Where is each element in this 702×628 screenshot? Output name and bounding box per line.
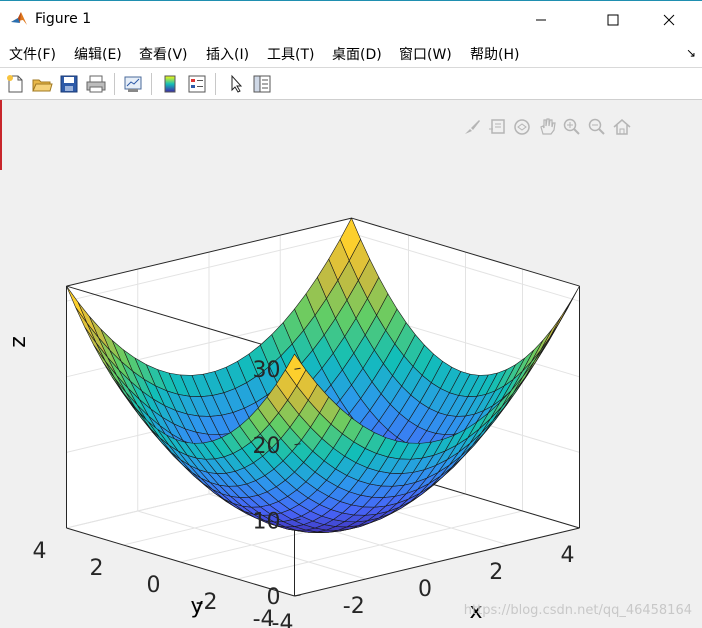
maximize-icon [607,14,619,26]
toolbar [0,68,702,100]
title-bar: Figure 1 [0,0,702,38]
x-tick-label: 4 [561,543,575,568]
close-button[interactable] [646,1,692,39]
menu-bar: 文件(F) 编辑(E) 查看(V) 插入(I) 工具(T) 桌面(D) 窗口(W… [0,38,702,68]
print-icon[interactable] [85,73,107,95]
save-icon[interactable] [58,73,80,95]
colorbar-icon[interactable] [159,73,181,95]
maximize-button[interactable] [590,1,636,39]
edit-plot-arrow-icon[interactable] [225,73,247,95]
menu-help[interactable]: 帮助(H) [470,44,519,64]
legend-icon[interactable] [186,73,208,95]
y-axis-label: y [190,594,203,619]
menu-edit[interactable]: 编辑(E) [74,44,122,64]
window-title: Figure 1 [35,11,92,27]
z-tick-label: 30 [253,358,281,383]
link-plot-icon[interactable] [122,73,144,95]
property-inspector-icon[interactable] [251,73,273,95]
menu-tools[interactable]: 工具(T) [267,44,314,64]
z-axis-label: z [6,336,31,348]
minimize-button[interactable] [518,1,564,39]
toolbar-separator [114,73,115,95]
menu-window[interactable]: 窗口(W) [399,44,452,64]
y-tick-label: 2 [90,556,104,581]
menu-desktop[interactable]: 桌面(D) [332,44,382,64]
watermark: https://blog.csdn.net/qq_46458164 [464,603,692,618]
minimize-icon [536,19,546,21]
x-tick-label: 0 [418,577,432,602]
new-figure-icon[interactable] [4,73,26,95]
z-tick-label: 10 [253,509,281,534]
z-tick-label: 20 [253,434,281,459]
menu-insert[interactable]: 插入(I) [206,44,249,64]
y-tick-label: 4 [33,539,47,564]
surface-plot[interactable]: 0102030420-2-4-4-2024 x y z https://blog… [0,100,702,628]
x-tick-label: 2 [489,560,503,585]
menu-file[interactable]: 文件(F) [9,44,56,64]
x-tick-label: -4 [272,611,294,628]
close-icon [663,14,675,26]
x-tick-label: -2 [343,594,365,619]
toolbar-separator [215,73,216,95]
menu-view[interactable]: 查看(V) [139,44,188,64]
toolbar-separator [151,73,152,95]
y-tick-label: 0 [147,573,161,598]
matlab-icon [11,12,27,25]
open-file-icon[interactable] [31,73,53,95]
menu-dock-arrow-icon[interactable]: ↘ [686,46,696,60]
